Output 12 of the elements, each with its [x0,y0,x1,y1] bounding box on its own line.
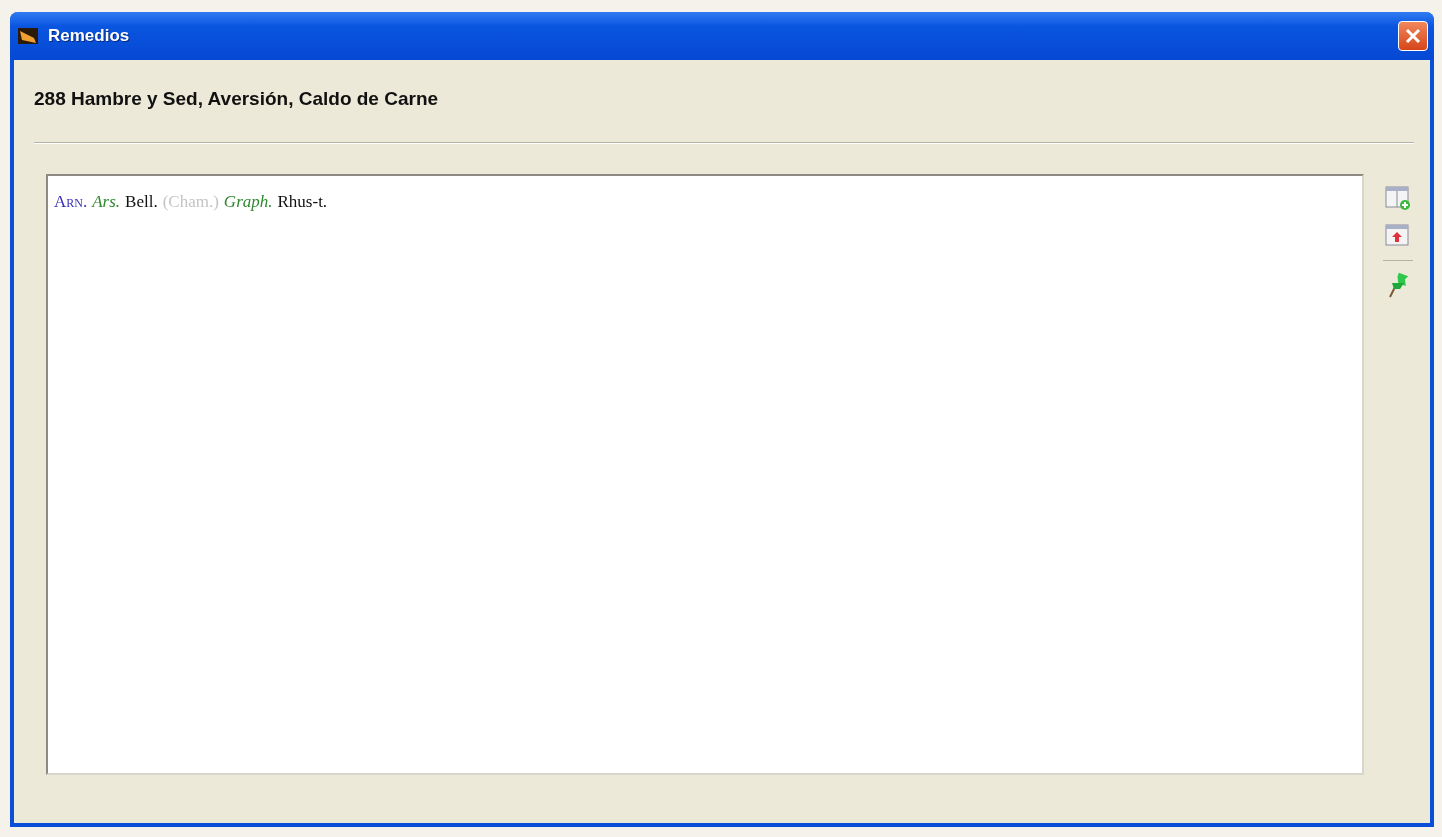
app-icon [18,28,38,44]
remedy-name: Bell. [125,192,158,212]
remedy-name: Ars. [92,192,121,212]
window-add-icon[interactable] [1384,184,1412,212]
heading: 288 Hambre y Sed, Aversión, Caldo de Carne [34,88,439,109]
remedy-name: (Cham.) [162,192,219,212]
close-icon [1404,27,1422,45]
remedy-name: Graph. [223,192,273,212]
remedy-name: Rhus-t. [277,192,328,212]
close-button[interactable] [1398,21,1428,51]
window-title: Remedios [48,26,131,46]
remedy-name: Arn. [54,192,88,212]
